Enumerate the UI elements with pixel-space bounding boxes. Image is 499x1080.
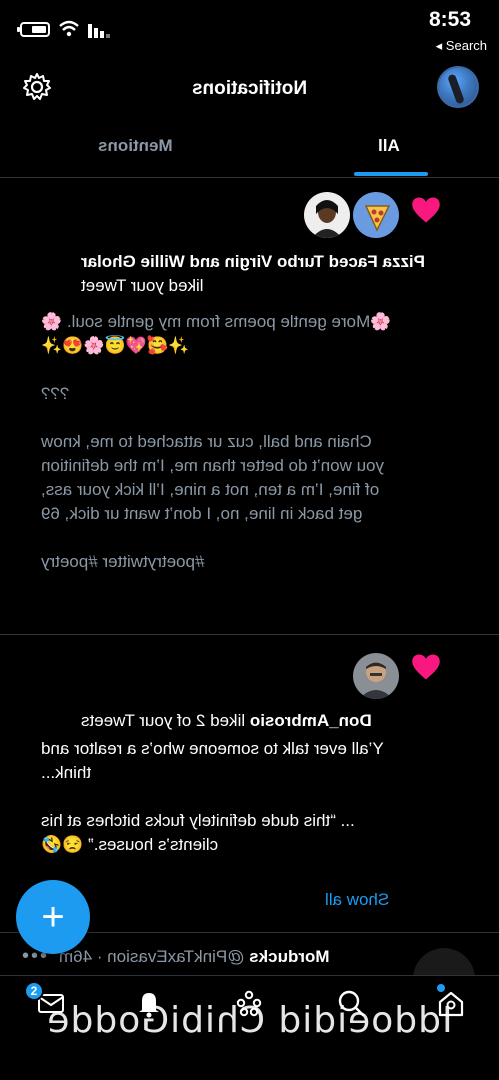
back-to-search-link[interactable]: ◂ Search [436,38,487,54]
notification-item[interactable]: Pizza Faced Turbo Virgin and Willie Ghol… [0,178,499,635]
tab-mentions[interactable]: Mentions [98,136,173,156]
notification-tabs: Mentions All [0,120,499,178]
tweet-preview: Y’all ever talk to someone who’s a realt… [41,739,384,854]
plus-icon: + [41,895,65,939]
show-all-link[interactable]: Show all [325,890,389,910]
battery-icon [17,22,50,37]
tab-all[interactable]: All [378,136,400,156]
heart-icon [412,654,440,680]
messages-badge: 2 [24,981,44,1001]
tweet-preview: 🌸More gentle poems from my gentle soul. … [41,312,392,571]
page-title: Notifications [191,78,308,99]
header: Notifications [0,60,499,120]
notification-actors: Don_Ambrosio liked 2 of your Tweets [81,711,372,730]
signal-icon [88,24,110,38]
status-time: 8:53 [428,8,471,31]
partial-tweet-author: Morducks @PinkTaxEvasion · 46m [59,947,330,966]
compose-button[interactable]: + [16,880,90,954]
profile-avatar[interactable] [437,66,479,108]
active-tab-indicator [354,172,428,176]
avatar[interactable] [304,192,350,238]
watermark: Iddoeidid ChibiGodde [46,1000,453,1041]
home-unread-dot [437,984,445,992]
avatar[interactable] [353,192,399,238]
wifi-icon [59,20,79,37]
notification-actors: Pizza Faced Turbo Virgin and Willie Ghol… [81,252,425,295]
avatar[interactable] [353,653,399,699]
status-bar: 8:53 ◂ Search [0,0,499,60]
heart-icon [412,197,440,223]
